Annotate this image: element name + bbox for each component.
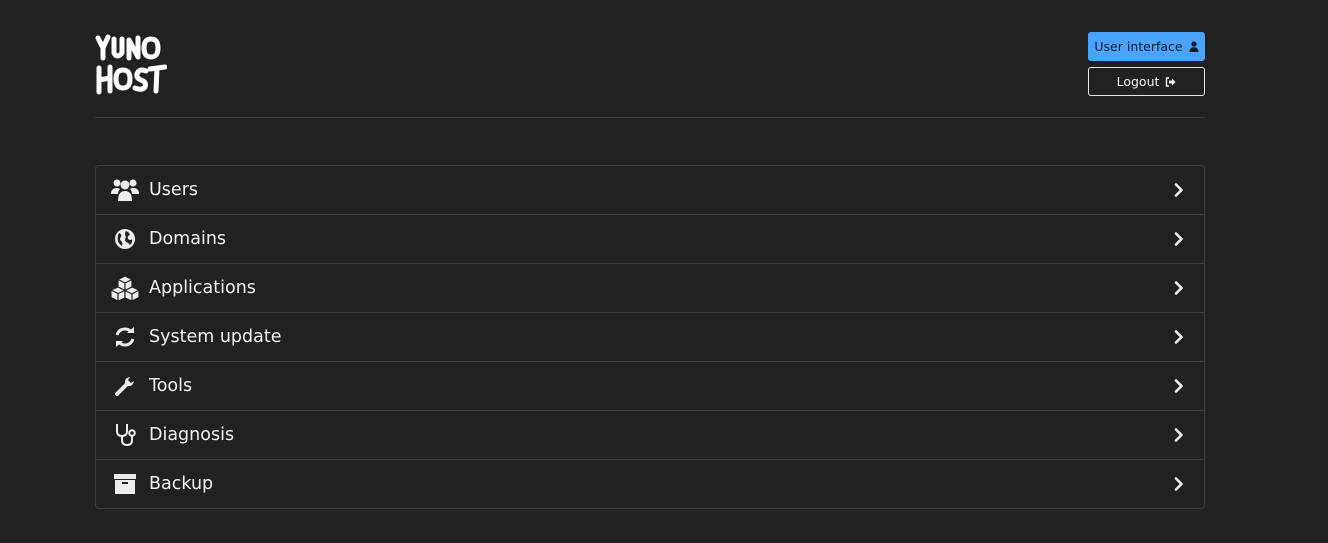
chevron-right-icon (1174, 379, 1183, 393)
refresh-icon (110, 322, 140, 352)
menu-item-label: Applications (149, 278, 256, 298)
chevron-right-icon (1174, 232, 1183, 246)
menu-item-system-update[interactable]: System update (96, 312, 1204, 361)
menu-item-label: System update (149, 327, 282, 347)
menu-item-domains[interactable]: Domains (96, 214, 1204, 263)
stethoscope-icon (110, 420, 140, 450)
menu-item-users[interactable]: Users (96, 166, 1204, 214)
chevron-right-icon (1174, 428, 1183, 442)
menu-item-tools[interactable]: Tools (96, 361, 1204, 410)
menu-item-applications[interactable]: Applications (96, 263, 1204, 312)
chevron-right-icon (1174, 330, 1183, 344)
page-container: User interface Logout Users Domains Appl… (95, 0, 1205, 509)
user-icon (1189, 41, 1199, 52)
menu-item-label: Diagnosis (149, 425, 235, 445)
user-interface-button[interactable]: User interface (1088, 32, 1205, 61)
menu-item-label: Tools (149, 376, 193, 396)
menu-item-backup[interactable]: Backup (96, 459, 1204, 508)
wrench-icon (110, 371, 140, 401)
cubes-icon (110, 273, 140, 303)
user-interface-label: User interface (1094, 39, 1183, 54)
menu-item-label: Users (149, 180, 199, 200)
archive-icon (110, 469, 140, 499)
users-icon (110, 175, 140, 205)
logo-mark (95, 34, 167, 95)
menu-item-diagnosis[interactable]: Diagnosis (96, 410, 1204, 459)
yunohost-logo[interactable] (95, 32, 167, 96)
globe-icon (110, 224, 140, 254)
sign-out-icon (1166, 76, 1176, 87)
chevron-right-icon (1174, 477, 1183, 491)
menu-item-label: Backup (149, 474, 214, 494)
menu-item-label: Domains (149, 229, 227, 249)
chevron-right-icon (1174, 281, 1183, 295)
logout-label: Logout (1116, 74, 1160, 89)
main-menu: Users Domains Applications System update… (95, 165, 1205, 509)
chevron-right-icon (1174, 183, 1183, 197)
header: User interface Logout (95, 0, 1205, 118)
logout-button[interactable]: Logout (1088, 67, 1205, 96)
